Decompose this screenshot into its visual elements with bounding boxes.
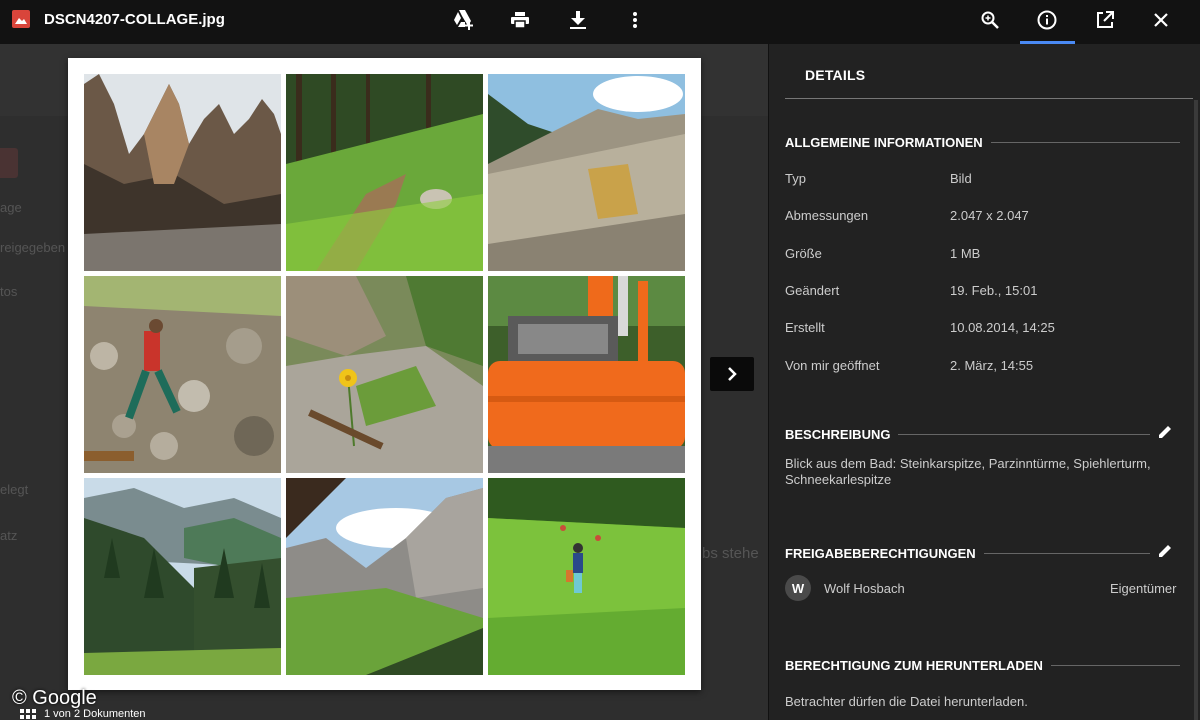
detail-label-opened: Von mir geöffnet [785,358,880,373]
details-button[interactable] [1027,0,1067,40]
google-watermark: © Google [12,687,97,709]
background-nav-item: atz [0,528,18,543]
more-vert-icon [633,12,637,28]
section-heading-label: FREIGABEBERECHTIGUNGEN [785,546,976,561]
open-in-new-icon [1097,11,1114,28]
more-options-button[interactable] [615,0,655,40]
description-text: Blick aus dem Bad: Steinkarspitze, Parzi… [785,456,1151,487]
next-file-button[interactable] [710,357,754,391]
details-panel: DETAILS ALLGEMEINE INFORMATIONEN Typ Bil… [768,44,1200,720]
background-text: bs stehe [702,545,759,562]
background-nav-item: reigegeben [0,240,66,255]
panel-title: DETAILS [805,67,866,83]
image-preview [68,58,701,690]
grid-icon [20,709,36,719]
zoom-button[interactable] [970,0,1010,40]
detail-label-modified: Geändert [785,283,840,298]
detail-value-modified: 19. Feb., 15:01 [950,283,1038,298]
section-heading-download: BERECHTIGUNG ZUM HERUNTERLADEN [785,658,1180,673]
detail-label-size: Größe [785,246,822,261]
close-icon [1154,13,1168,27]
detail-value-created: 10.08.2014, 14:25 [950,320,1055,335]
close-button[interactable] [1141,0,1181,40]
download-button[interactable] [558,0,598,40]
download-icon [570,11,586,29]
collage-tile-orange-excavator [488,276,685,473]
detail-value-opened: 2. März, 14:55 [950,358,1034,373]
section-heading-label: BESCHREIBUNG [785,427,891,442]
collage-tile-alpine-valley [84,478,281,675]
print-button[interactable] [500,0,540,40]
pager-label: 1 von 2 Dokumenten [44,708,146,720]
owner-name: Wolf Hosbach [824,581,905,596]
collage-tile-children-on-meadow [488,478,685,675]
section-heading-description: BESCHREIBUNG [785,427,1150,442]
avatar: W [785,575,811,601]
print-icon [511,12,529,28]
detail-value-type: Bild [950,171,972,186]
divider [785,98,1193,99]
detail-label-created: Erstellt [785,320,825,335]
edit-sharing-button[interactable] [1157,543,1175,561]
section-heading-label: ALLGEMEINE INFORMATIONEN [785,135,983,150]
detail-label-dimensions: Abmessungen [785,208,869,223]
detail-value-dimensions: 2.047 x 2.047 [950,208,1029,223]
add-to-drive-button[interactable] [443,0,483,40]
section-heading-general: ALLGEMEINE INFORMATIONEN [785,135,1180,150]
pencil-icon [1159,426,1171,438]
detail-label-type: Typ [785,171,806,186]
section-heading-label: BERECHTIGUNG ZUM HERUNTERLADEN [785,658,1043,673]
zoom-icon [981,11,999,29]
info-icon [1037,10,1057,30]
pencil-icon [1159,545,1171,557]
collage-tile-mountain-from-hut [286,478,483,675]
background-nav-item: elegt [0,482,29,497]
panel-scrollbar[interactable] [1194,100,1198,720]
collage-tile-forest-path [286,74,483,271]
background-nav-item: tos [0,284,18,299]
background-nav-item: age [0,200,22,215]
file-title: DSCN4207-COLLAGE.jpg [44,11,225,28]
add-to-drive-icon [454,10,473,30]
collage-tile-yellow-flower-valley [286,276,483,473]
background-new-button [0,148,18,178]
edit-description-button[interactable] [1157,424,1175,442]
collage-tile-quarry-slope [488,74,685,271]
section-heading-sharing: FREIGABEBERECHTIGUNGEN [785,546,1150,561]
chevron-right-icon [728,367,737,381]
open-in-new-window-button[interactable] [1085,0,1125,40]
viewer-top-bar: DSCN4207-COLLAGE.jpg [0,0,1200,44]
owner-role: Eigentümer [1110,581,1177,596]
download-permission-text: Betrachter dürfen die Datei herunterlade… [785,694,1028,709]
collage-tile-dolomite-peaks [84,74,281,271]
document-pager[interactable]: 1 von 2 Dokumenten [20,708,146,720]
image-file-icon [12,10,30,28]
detail-value-size: 1 MB [950,246,981,261]
collage-tile-hiker-on-rocks [84,276,281,473]
